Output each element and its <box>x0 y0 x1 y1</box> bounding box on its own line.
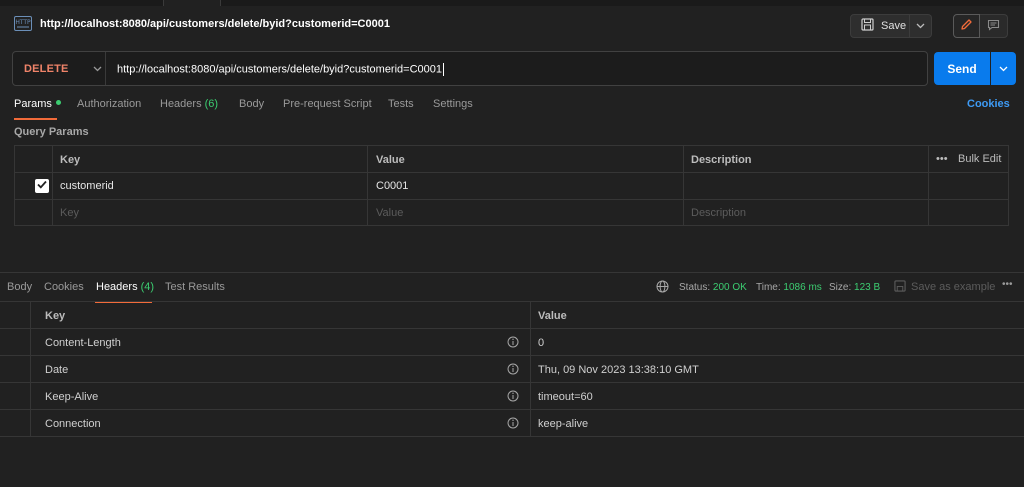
active-tab-indicator <box>14 118 57 120</box>
save-label: Save <box>881 20 907 32</box>
table-row: Connection keep-alive <box>0 409 1024 436</box>
column-divider <box>367 146 368 225</box>
params-active-dot <box>55 100 61 105</box>
http-request-icon: HTTP <box>14 16 32 31</box>
info-icon[interactable] <box>507 336 519 348</box>
column-header-description: Description <box>691 154 752 166</box>
save-dropdown-button[interactable] <box>910 14 932 38</box>
table-row: Content-Length 0 <box>0 328 1024 355</box>
text-cursor <box>443 63 444 76</box>
url-divider <box>105 52 106 85</box>
table-row: Keep-Alive timeout=60 <box>0 382 1024 409</box>
svg-text:HTTP: HTTP <box>15 19 31 26</box>
tab-authorization[interactable]: Authorization <box>77 98 141 110</box>
globe-icon[interactable] <box>656 280 669 296</box>
header-key: Content-Length <box>45 337 121 349</box>
send-dropdown-button[interactable] <box>991 52 1016 85</box>
column-divider <box>928 146 929 225</box>
header-value: 0 <box>538 337 545 349</box>
info-icon[interactable] <box>507 417 519 429</box>
response-headers-count: (4) <box>140 281 155 293</box>
save-icon <box>861 18 874 34</box>
new-param-key-input[interactable]: Key <box>60 207 79 219</box>
method-select[interactable]: DELETE <box>24 63 69 75</box>
bulk-edit-button[interactable]: Bulk Edit <box>958 153 1001 165</box>
column-header-key: Key <box>45 310 66 322</box>
column-header-value: Value <box>538 310 567 322</box>
comment-icon <box>987 19 1000 34</box>
header-value: timeout=60 <box>538 391 593 403</box>
response-tab-body[interactable]: Body <box>7 281 32 293</box>
new-param-value-input[interactable]: Value <box>376 207 403 219</box>
header-key: Connection <box>45 418 101 430</box>
param-value-input[interactable]: C0001 <box>376 180 408 192</box>
tab-tests[interactable]: Tests <box>388 98 414 110</box>
column-divider <box>683 146 684 225</box>
response-headers-header-row: Key Value <box>0 301 1024 328</box>
tab-headers[interactable]: Headers (6) <box>160 98 218 110</box>
chevron-down-icon[interactable] <box>93 63 102 75</box>
param-key-input[interactable]: customerid <box>60 180 114 192</box>
url-input[interactable]: http://localhost:8080/api/customers/dele… <box>117 63 444 76</box>
response-time[interactable]: Time: 1086 ms <box>756 282 822 293</box>
request-header: HTTP http://localhost:8080/api/customers… <box>0 6 1024 44</box>
column-header-key: Key <box>60 154 81 166</box>
tab-body[interactable]: Body <box>239 98 264 110</box>
response-tab-headers[interactable]: Headers (4) <box>96 281 154 293</box>
save-icon <box>894 280 906 295</box>
header-value: Thu, 09 Nov 2023 13:38:10 GMT <box>538 364 699 376</box>
info-icon[interactable] <box>507 390 519 402</box>
save-button[interactable]: Save <box>850 14 910 38</box>
header-key: Date <box>45 364 69 376</box>
info-icon[interactable] <box>507 363 519 375</box>
tab-params[interactable]: Params <box>14 98 61 110</box>
param-enabled-checkbox[interactable] <box>35 179 49 193</box>
response-status[interactable]: Status: 200 OK <box>679 282 747 293</box>
more-options-icon[interactable]: ••• <box>1002 279 1013 290</box>
more-options-icon[interactable]: ••• <box>936 153 948 165</box>
column-header-value: Value <box>376 154 405 166</box>
query-params-table: Key Value Description ••• Bulk Edit cust… <box>14 145 1009 226</box>
cookies-link[interactable]: Cookies <box>967 98 1010 110</box>
table-row: Date Thu, 09 Nov 2023 13:38:10 GMT <box>0 355 1024 382</box>
save-as-example-button[interactable]: Save as example <box>911 281 995 293</box>
response-divider[interactable] <box>0 272 1024 273</box>
pencil-icon <box>960 18 973 34</box>
row-divider <box>15 199 1008 200</box>
comments-button[interactable] <box>980 14 1008 38</box>
request-title[interactable]: http://localhost:8080/api/customers/dele… <box>40 18 390 30</box>
chevron-down-icon <box>916 20 925 32</box>
response-tab-test-results[interactable]: Test Results <box>165 281 225 293</box>
url-bar: DELETE http://localhost:8080/api/custome… <box>12 51 928 86</box>
tab-settings[interactable]: Settings <box>433 98 473 110</box>
tab-pre-request-script[interactable]: Pre-request Script <box>283 98 372 110</box>
chevron-down-icon <box>999 63 1008 75</box>
header-key: Keep-Alive <box>45 391 99 403</box>
response-size[interactable]: Size: 123 B <box>829 282 880 293</box>
send-button[interactable]: Send <box>934 52 990 85</box>
table-bottom-border <box>0 436 1024 437</box>
new-param-description-input[interactable]: Description <box>691 207 746 219</box>
checkmark-icon <box>37 180 47 192</box>
edit-button[interactable] <box>953 14 980 38</box>
headers-count: (6) <box>204 98 219 110</box>
response-tab-cookies[interactable]: Cookies <box>44 281 84 293</box>
query-params-label: Query Params <box>14 126 89 138</box>
column-divider <box>52 146 53 225</box>
header-value: keep-alive <box>538 418 589 430</box>
row-divider <box>15 172 1008 173</box>
